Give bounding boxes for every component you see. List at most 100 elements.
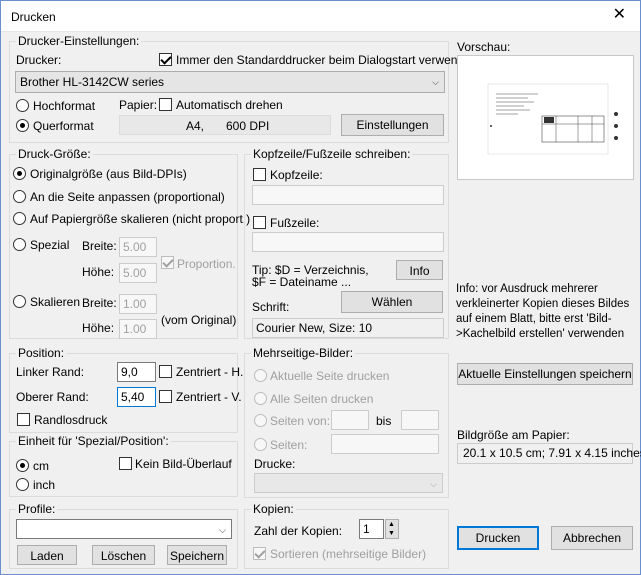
collate-checkbox[interactable] bbox=[253, 547, 266, 560]
pages-radio[interactable] bbox=[254, 438, 267, 451]
proportion-label[interactable]: Proportion. bbox=[177, 257, 236, 271]
no-overflow-checkbox[interactable] bbox=[119, 457, 132, 470]
preview-thumbnail bbox=[487, 83, 618, 155]
auto-rotate-label[interactable]: Automatisch drehen bbox=[176, 98, 283, 112]
size-scale-paper-label[interactable]: Auf Papiergröße skalieren (nicht proport… bbox=[30, 212, 250, 226]
tip-line-2: $F = Dateiname ... bbox=[252, 275, 352, 289]
tip-info-button[interactable]: Info bbox=[396, 260, 443, 280]
print-button[interactable]: Drucken bbox=[457, 526, 539, 550]
left-margin-input[interactable]: 9,0 bbox=[117, 362, 156, 382]
proportion-checkbox[interactable] bbox=[161, 256, 174, 269]
profile-select[interactable]: ⌵ bbox=[16, 519, 232, 539]
portrait-label[interactable]: Hochformat bbox=[33, 99, 95, 113]
size-fit-radio[interactable] bbox=[13, 190, 26, 203]
chevron-down-icon: ⌵ bbox=[219, 525, 226, 535]
paper-info-box: A4, 600 DPI bbox=[119, 115, 331, 135]
paper-size: A4, bbox=[186, 119, 205, 133]
all-pages-label[interactable]: Alle Seiten drucken bbox=[270, 392, 373, 406]
position-title: Position: bbox=[16, 346, 67, 360]
footer-label[interactable]: Fußzeile: bbox=[270, 216, 319, 230]
top-margin-input[interactable]: 5,40 bbox=[117, 387, 156, 407]
pages-from-input[interactable] bbox=[331, 410, 369, 430]
cancel-button[interactable]: Abbrechen bbox=[551, 526, 633, 550]
title-bar: Drucken ✕ bbox=[1, 1, 640, 32]
default-printer-checkbox[interactable] bbox=[159, 53, 172, 66]
all-pages-radio[interactable] bbox=[254, 392, 267, 405]
unit-cm-label[interactable]: cm bbox=[33, 459, 49, 473]
header-footer-title: Kopfzeile/Fußzeile schreiben: bbox=[251, 147, 413, 161]
size-scale-radio[interactable] bbox=[13, 295, 26, 308]
prints-label: Drucke: bbox=[254, 457, 296, 471]
pages-to-label: bis bbox=[376, 414, 392, 428]
pages-from-radio[interactable] bbox=[254, 414, 267, 427]
printer-settings-title: Drucker-Einstellungen: bbox=[16, 34, 142, 48]
choose-font-button[interactable]: Wählen bbox=[341, 291, 443, 313]
special-width-label: Breite: bbox=[82, 239, 117, 253]
preview-info-text: Info: vor Ausdruck mehrerer verkleinerte… bbox=[456, 283, 630, 340]
profiles-title: Profile: bbox=[16, 502, 58, 516]
spin-down-icon[interactable]: ▼ bbox=[388, 529, 395, 538]
unit-inch-radio[interactable] bbox=[16, 478, 29, 491]
scale-width-input[interactable]: 1.00 bbox=[119, 294, 157, 314]
portrait-radio[interactable] bbox=[16, 99, 29, 112]
pages-to-input[interactable] bbox=[401, 410, 439, 430]
collate-label[interactable]: Sortieren (mehrseitige Bilder) bbox=[270, 547, 426, 561]
size-scale-label[interactable]: Skalieren bbox=[30, 295, 80, 309]
of-original-label: (vom Original) bbox=[161, 313, 237, 327]
footer-checkbox[interactable] bbox=[253, 216, 266, 229]
units-title: Einheit für 'Spezial/Position': bbox=[16, 434, 171, 448]
size-original-radio[interactable] bbox=[13, 167, 26, 180]
center-h-checkbox[interactable] bbox=[159, 365, 172, 378]
left-margin-label: Linker Rand: bbox=[16, 365, 85, 379]
save-settings-button[interactable]: Aktuelle Einstellungen speichern bbox=[457, 363, 633, 385]
borderless-label[interactable]: Randlosdruck bbox=[34, 413, 107, 427]
copies-spinner[interactable]: ▲ ▼ bbox=[385, 519, 399, 539]
no-overflow-label[interactable]: Kein Bild-Überlauf bbox=[135, 457, 232, 471]
footer-input[interactable] bbox=[252, 232, 444, 252]
auto-rotate-checkbox[interactable] bbox=[159, 98, 172, 111]
profile-save-button[interactable]: Speichern bbox=[167, 545, 227, 565]
unit-inch-label[interactable]: inch bbox=[33, 478, 55, 492]
printer-select-value: Brother HL-3142CW series bbox=[20, 75, 165, 89]
paper-label: Papier: bbox=[119, 98, 158, 112]
landscape-radio[interactable] bbox=[16, 119, 29, 132]
profile-load-button[interactable]: Laden bbox=[17, 545, 77, 565]
special-height-input[interactable]: 5.00 bbox=[119, 263, 157, 283]
center-h-label[interactable]: Zentriert - H. bbox=[176, 365, 243, 379]
center-v-checkbox[interactable] bbox=[159, 390, 172, 403]
profile-delete-button[interactable]: Löschen bbox=[92, 545, 155, 565]
pages-input[interactable] bbox=[331, 434, 439, 454]
spin-up-icon[interactable]: ▲ bbox=[388, 520, 395, 529]
font-label: Schrift: bbox=[252, 300, 290, 314]
header-checkbox[interactable] bbox=[253, 168, 266, 181]
current-page-radio[interactable] bbox=[254, 369, 267, 382]
prints-select[interactable]: ⌵ bbox=[254, 473, 443, 493]
borderless-checkbox[interactable] bbox=[17, 413, 30, 426]
header-input[interactable] bbox=[252, 185, 444, 205]
window-title: Drucken bbox=[11, 10, 56, 24]
size-special-radio[interactable] bbox=[13, 238, 26, 251]
center-v-label[interactable]: Zentriert - V. bbox=[176, 390, 242, 404]
default-printer-label[interactable]: Immer den Standarddrucker beim Dialogsta… bbox=[176, 53, 477, 67]
printer-select[interactable]: Brother HL-3142CW series ⌵ bbox=[15, 71, 445, 93]
printer-settings-button[interactable]: Einstellungen bbox=[341, 114, 444, 136]
unit-cm-radio[interactable] bbox=[16, 459, 29, 472]
size-fit-label[interactable]: An die Seite anpassen (proportional) bbox=[30, 190, 225, 204]
copies-count-input[interactable]: 1 bbox=[359, 519, 384, 539]
size-scale-paper-radio[interactable] bbox=[13, 212, 26, 225]
header-label[interactable]: Kopfzeile: bbox=[270, 168, 323, 182]
scale-height-input[interactable]: 1.00 bbox=[119, 319, 157, 339]
printer-label: Drucker: bbox=[16, 53, 62, 67]
size-original-label[interactable]: Originalgröße (aus Bild-DPIs) bbox=[30, 167, 187, 181]
preview-box bbox=[457, 55, 634, 180]
copies-count-label: Zahl der Kopien: bbox=[254, 524, 343, 538]
current-page-label[interactable]: Aktuelle Seite drucken bbox=[270, 369, 389, 383]
special-width-input[interactable]: 5.00 bbox=[119, 237, 157, 257]
chevron-down-icon: ⌵ bbox=[430, 479, 437, 489]
pages-label[interactable]: Seiten: bbox=[270, 438, 307, 452]
pages-from-label[interactable]: Seiten von: bbox=[270, 414, 330, 428]
scale-width-label: Breite: bbox=[82, 296, 117, 310]
landscape-label[interactable]: Querformat bbox=[33, 119, 94, 133]
size-special-label[interactable]: Spezial bbox=[30, 238, 69, 252]
close-icon[interactable]: ✕ bbox=[613, 6, 626, 24]
